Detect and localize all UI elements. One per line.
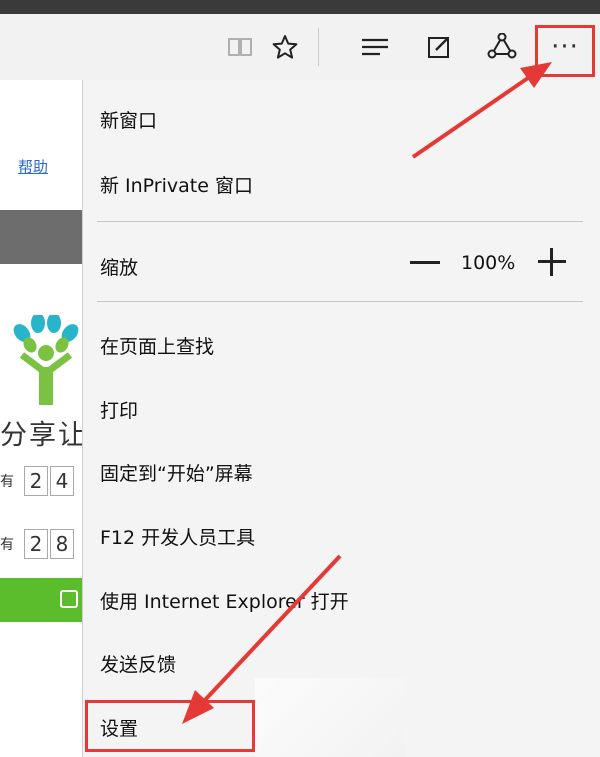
favorites-star-icon[interactable]: [268, 30, 302, 64]
menu-divider: [97, 221, 583, 222]
zoom-out-button[interactable]: [410, 261, 440, 264]
zoom-label: 缩放: [100, 257, 139, 279]
toolbar-separator: [318, 28, 319, 66]
menu-item-new-inprivate-window[interactable]: 新 InPrivate 窗口: [100, 171, 253, 198]
counter-digit: 8: [50, 529, 74, 559]
edit-icon: [60, 590, 78, 608]
counter-digit: 2: [24, 466, 48, 496]
menu-divider: [97, 301, 583, 302]
menu-item-f12-developer-tools[interactable]: F12 开发人员工具: [100, 523, 255, 550]
zoom-in-button[interactable]: [538, 248, 566, 276]
menu-item-pin-to-start[interactable]: 固定到“开始”屏幕: [100, 459, 253, 486]
counter-digit: 4: [50, 466, 74, 496]
menu-item-send-feedback[interactable]: 发送反馈: [100, 650, 176, 677]
page-slogan: 分享让: [0, 420, 82, 451]
menu-item-settings[interactable]: 设置: [100, 714, 138, 741]
green-action-button[interactable]: [0, 578, 82, 622]
more-actions-menu: 新窗口 新 InPrivate 窗口 缩放 100% 在页面上查找 打印 固定到…: [82, 80, 600, 757]
counter-digit: 2: [24, 529, 48, 559]
help-link[interactable]: 帮助: [18, 156, 48, 177]
background-webpage: 帮助 分享让 有 2 4 有 2 8: [0, 80, 82, 757]
reading-view-icon[interactable]: [223, 30, 257, 64]
web-note-icon[interactable]: [422, 30, 456, 64]
counter-row: 有 2 8: [0, 527, 76, 561]
counter-row: 有 2 4: [0, 464, 76, 498]
tree-logo-icon: [8, 313, 82, 411]
window-top-strip: [0, 0, 600, 14]
menu-item-new-window[interactable]: 新窗口: [100, 106, 157, 133]
more-actions-icon: ···: [551, 32, 579, 62]
page-banner: [0, 210, 82, 264]
hub-icon[interactable]: [358, 30, 392, 64]
counter-label: 有: [0, 537, 14, 553]
more-actions-button[interactable]: ···: [535, 25, 595, 77]
zoom-level: 100%: [461, 252, 516, 274]
menu-item-open-with-internet-explorer[interactable]: 使用 Internet Explorer 打开: [100, 587, 349, 614]
share-icon[interactable]: [485, 30, 519, 64]
menu-item-find-on-page[interactable]: 在页面上查找: [100, 332, 214, 359]
watermark-overlay: [255, 678, 405, 757]
menu-item-print[interactable]: 打印: [100, 396, 138, 423]
counter-label: 有: [0, 474, 14, 490]
browser-toolbar: [0, 14, 600, 81]
